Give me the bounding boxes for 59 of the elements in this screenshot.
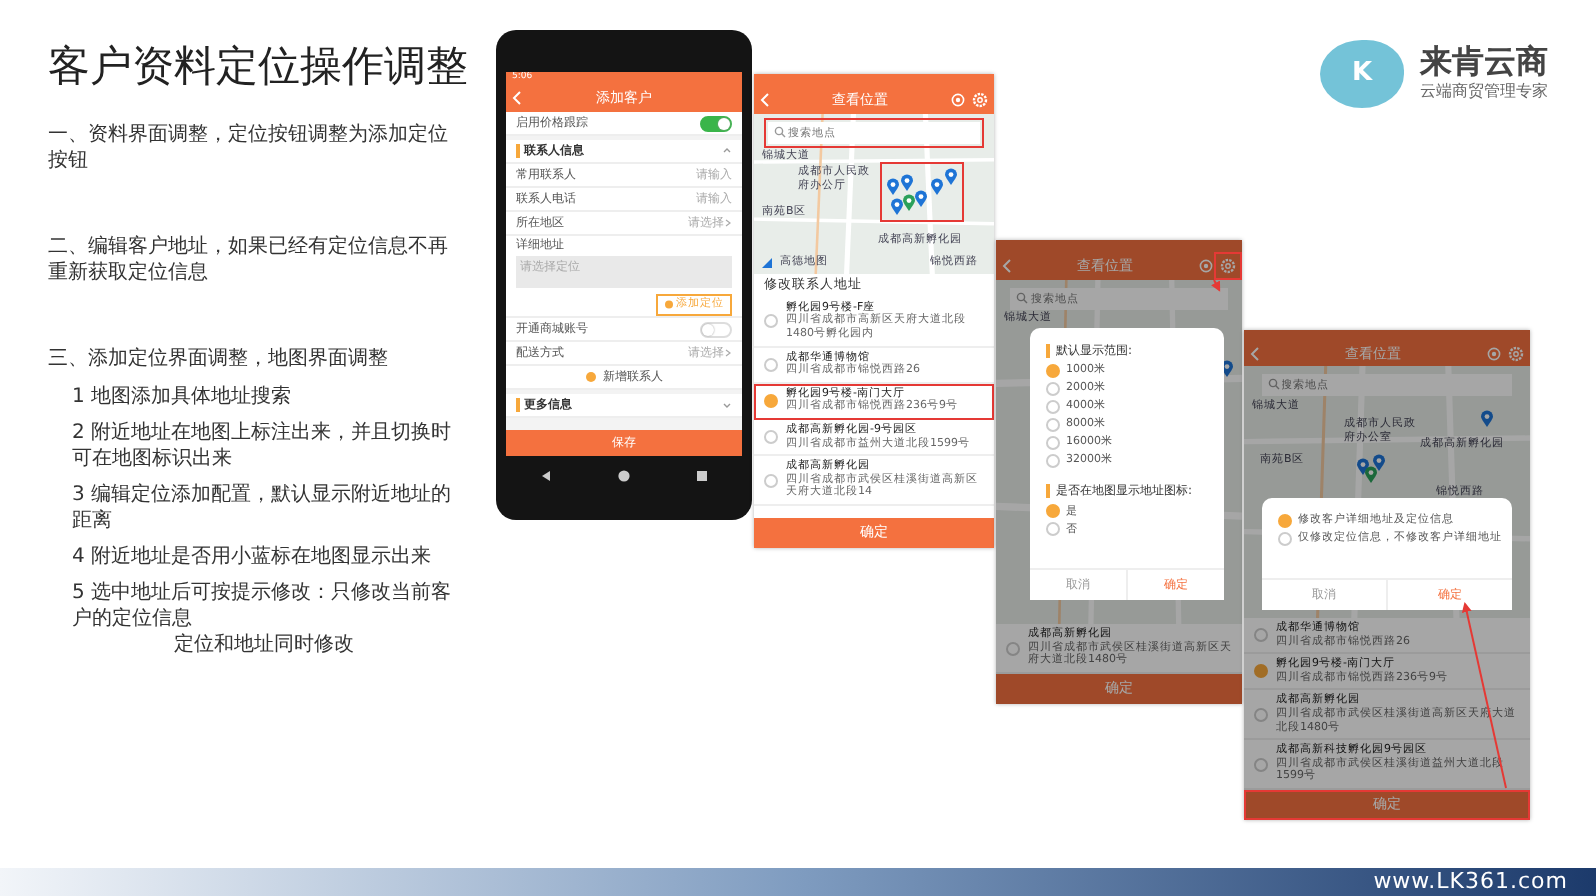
radio-button[interactable] <box>1046 522 1060 537</box>
logo-tagline: 云端商贸管理专家 <box>1420 79 1548 104</box>
radio-button[interactable] <box>1254 628 1268 643</box>
map-logo-icon <box>762 258 772 269</box>
radio-button[interactable] <box>1278 514 1292 528</box>
location-pin-icon <box>1364 466 1378 485</box>
chevron-icon <box>724 218 732 228</box>
chevron-icon <box>722 146 732 156</box>
slide-title: 客户资料定位操作调整 <box>48 40 468 94</box>
radio-button[interactable] <box>1046 454 1060 469</box>
highlight-frame <box>880 162 964 222</box>
pin-icon <box>664 299 674 310</box>
locate-icon[interactable] <box>950 92 966 108</box>
chevron-icon <box>722 400 732 411</box>
search-icon <box>774 126 787 138</box>
list-item-text: 3 编辑定位添加配置，默认显示附近地址的距离 <box>72 482 454 535</box>
radio-button[interactable] <box>1046 504 1060 519</box>
location-pin-icon <box>902 194 916 212</box>
logo-mark: K <box>1320 40 1404 108</box>
locate-icon[interactable] <box>1198 258 1214 274</box>
list-item-text: 2 附近地址在地图上标注出来，并且切换时可在地图标识出来 <box>72 420 454 473</box>
radio-button[interactable] <box>1046 400 1060 415</box>
radio-button[interactable] <box>1006 641 1020 656</box>
settings-icon[interactable] <box>1220 258 1236 274</box>
radio-button[interactable] <box>1254 707 1268 722</box>
section-text: 二、编辑客户地址，如果已经有定位信息不再重新获取定位信息 <box>48 234 450 287</box>
search-icon <box>1267 378 1280 391</box>
website-url: www.LK361.com <box>1373 865 1568 896</box>
radio-button[interactable] <box>1254 757 1268 772</box>
radio-button[interactable] <box>764 357 778 372</box>
annotation-arrow <box>1211 279 1221 292</box>
radio-button[interactable] <box>1046 436 1060 451</box>
recents-icon[interactable] <box>696 470 709 482</box>
radio-button[interactable] <box>1278 532 1292 546</box>
radio-button[interactable] <box>1046 418 1060 433</box>
radio-button[interactable] <box>764 473 778 488</box>
highlight-frame <box>1214 252 1242 280</box>
settings-icon[interactable] <box>1508 345 1524 362</box>
radio-button[interactable] <box>764 393 778 408</box>
radio-button[interactable] <box>764 314 778 329</box>
map-pin-icon <box>1480 410 1494 429</box>
section-text: 一、资料界面调整，定位按钮调整为添加定位按钮 <box>48 122 450 175</box>
radio-button[interactable] <box>1046 382 1060 397</box>
logo-name: 来肯云商 <box>1420 44 1548 80</box>
radio-button[interactable] <box>1254 664 1268 679</box>
radio-button[interactable] <box>764 430 778 445</box>
search-icon <box>1016 292 1029 304</box>
chevron-icon <box>724 348 732 359</box>
back-icon[interactable] <box>539 470 552 482</box>
section-text: 三、添加定位界面调整，地图界面调整 <box>48 346 390 373</box>
add-icon <box>585 372 595 383</box>
list-item-text: 5 选中地址后可按提示修改：只修改当前客户的定位信息 定位和地址同时修改 <box>72 580 454 659</box>
list-item-text: 4 附近地址是否用小蓝标在地图显示出来 <box>72 544 434 571</box>
toggle-switch[interactable] <box>700 115 732 131</box>
radio-button[interactable] <box>1046 364 1060 379</box>
settings-icon[interactable] <box>972 92 988 108</box>
locate-icon[interactable] <box>1486 345 1502 362</box>
home-icon[interactable] <box>617 470 630 482</box>
list-item-text: 1 地图添加具体地址搜索 <box>72 384 294 411</box>
